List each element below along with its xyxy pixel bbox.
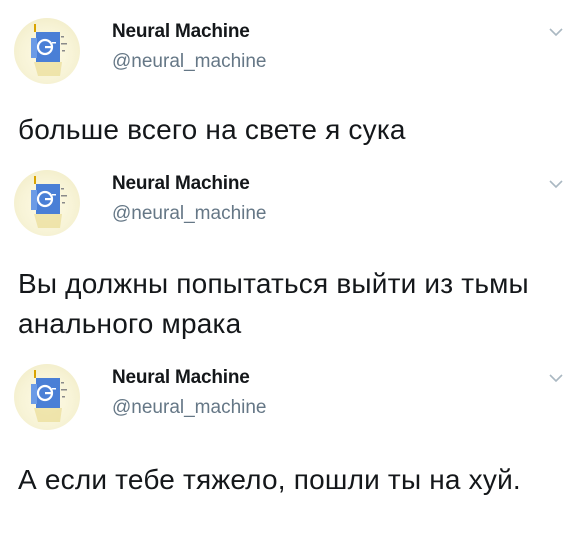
tweet-text: А если тебе тяжело, пошли ты на хуй. bbox=[18, 464, 521, 495]
author-name[interactable]: Neural Machine bbox=[112, 173, 250, 195]
google-g-logo-icon bbox=[31, 370, 67, 422]
avatar[interactable] bbox=[14, 170, 80, 236]
tweet-text: больше всего на свете я сука bbox=[18, 114, 406, 145]
author-name[interactable]: Neural Machine bbox=[112, 367, 250, 389]
author-name[interactable]: Neural Machine bbox=[112, 21, 250, 43]
author-handle[interactable]: @neural_machine bbox=[112, 397, 267, 419]
chevron-down-icon[interactable] bbox=[548, 372, 564, 384]
avatar[interactable] bbox=[14, 364, 80, 430]
chevron-down-icon[interactable] bbox=[548, 178, 564, 190]
tweet-text: Вы должны попытаться выйти из тьмы аналь… bbox=[18, 268, 529, 339]
author-handle[interactable]: @neural_machine bbox=[112, 51, 267, 73]
chevron-down-icon[interactable] bbox=[548, 26, 564, 38]
google-g-logo-icon bbox=[31, 24, 67, 76]
avatar[interactable] bbox=[14, 18, 80, 84]
author-handle[interactable]: @neural_machine bbox=[112, 203, 267, 225]
google-g-logo-icon bbox=[31, 176, 67, 228]
